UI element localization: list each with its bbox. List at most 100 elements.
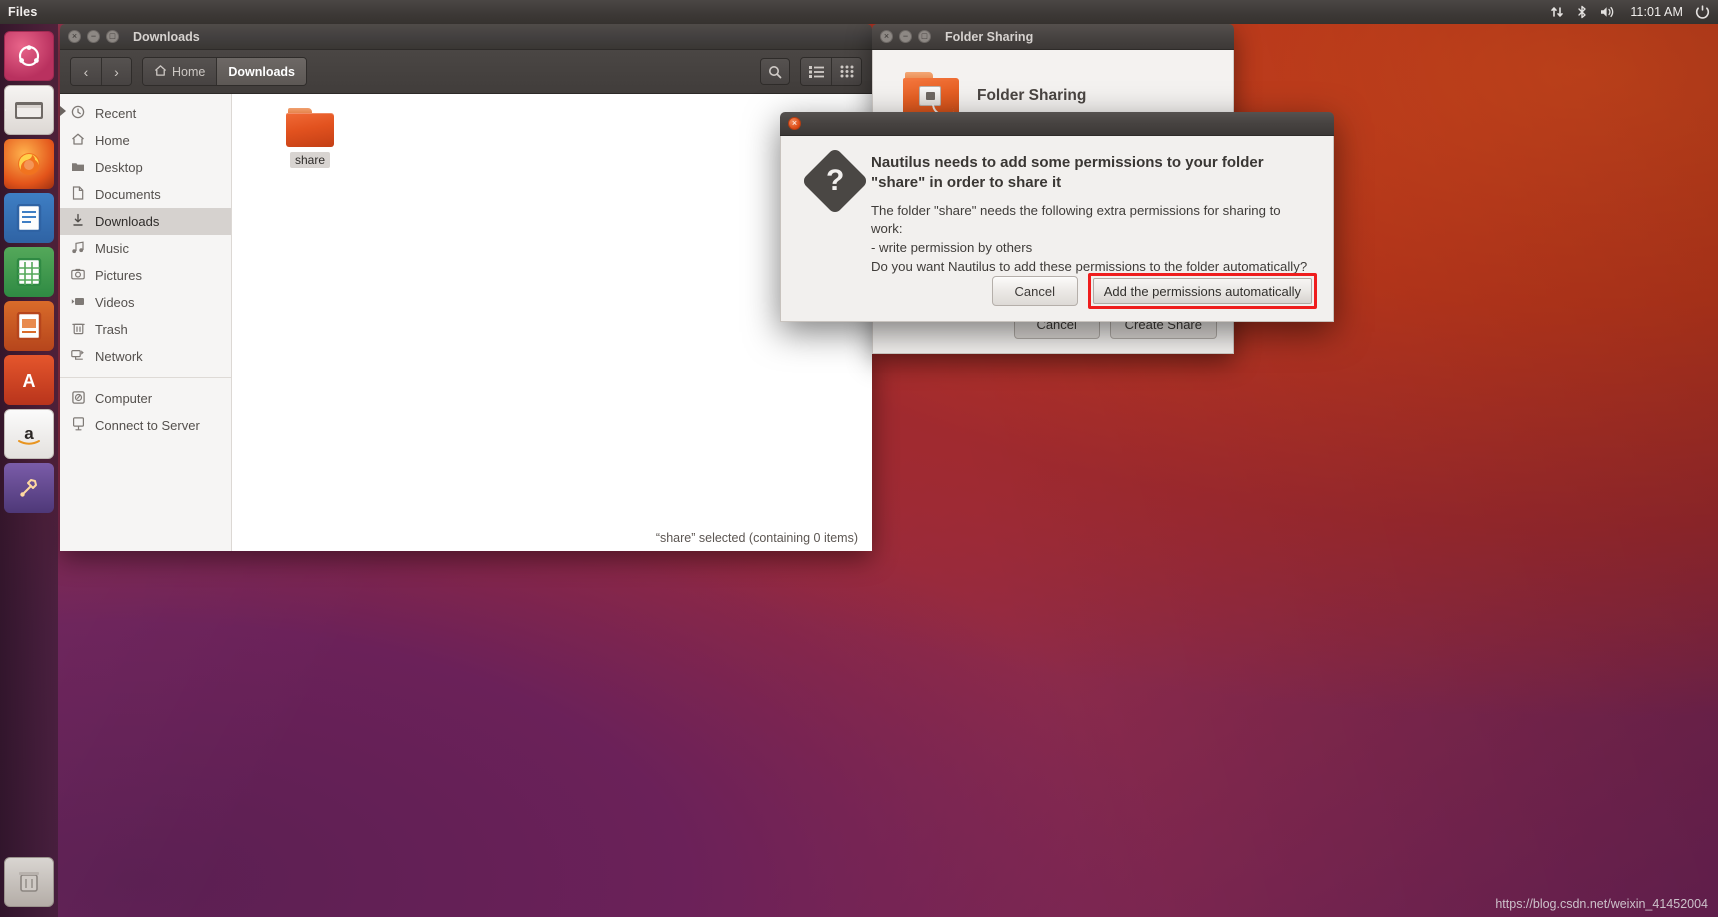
nautilus-window: × − □ Downloads ‹ › Home Downloads Recen…: [60, 24, 872, 551]
sidebar-label: Home: [95, 133, 130, 148]
launcher-item-libreoffice-writer[interactable]: [4, 193, 54, 243]
svg-text:A: A: [23, 371, 36, 391]
launcher-item-system-settings[interactable]: [4, 463, 54, 513]
clock-icon: [70, 105, 86, 122]
sidebar-item-trash[interactable]: Trash: [60, 316, 231, 343]
search-icon[interactable]: [760, 58, 790, 85]
permission-dialog-titlebar[interactable]: ×: [780, 112, 1334, 136]
network-icon[interactable]: [1550, 5, 1564, 19]
clock[interactable]: 11:01 AM: [1630, 5, 1683, 19]
minimize-icon[interactable]: −: [899, 30, 912, 43]
folder-icon: [286, 108, 334, 148]
sidebar-item-desktop[interactable]: Desktop: [60, 154, 231, 181]
svg-text:a: a: [24, 424, 34, 443]
camera-icon: [70, 268, 86, 283]
unity-launcher: A a: [0, 24, 58, 917]
close-icon[interactable]: ×: [68, 30, 81, 43]
breadcrumb-label: Home: [172, 64, 206, 79]
sidebar-item-videos[interactable]: Videos: [60, 289, 231, 316]
folder-icon: [70, 160, 86, 176]
system-tray: 11:01 AM: [1550, 4, 1718, 20]
panel-app-name[interactable]: Files: [8, 5, 38, 19]
cancel-button[interactable]: Cancel: [991, 276, 1078, 306]
folder-sharing-heading: Folder Sharing: [977, 87, 1087, 104]
volume-icon[interactable]: [1600, 5, 1618, 19]
sidebar-label: Documents: [95, 187, 161, 202]
sidebar-item-pictures[interactable]: Pictures: [60, 262, 231, 289]
file-item-share[interactable]: share: [274, 108, 346, 168]
navigation-buttons: ‹ ›: [70, 57, 132, 86]
question-icon: ?: [801, 147, 869, 215]
dialog-heading: Nautilus needs to add some permissions t…: [871, 154, 1264, 191]
video-icon: [70, 295, 86, 310]
nautilus-sidebar: Recent Home Desktop Documents Downloads …: [60, 94, 232, 551]
nautilus-titlebar[interactable]: × − □ Downloads: [60, 24, 872, 50]
sidebar-label: Trash: [95, 322, 128, 337]
launcher-item-trash[interactable]: [4, 857, 54, 907]
launcher-item-ubuntu-software[interactable]: A: [4, 355, 54, 405]
sidebar-item-connect-to-server[interactable]: Connect to Server: [60, 412, 231, 439]
back-button[interactable]: ‹: [71, 58, 101, 85]
breadcrumb: Home Downloads: [142, 57, 308, 86]
maximize-icon[interactable]: □: [106, 30, 119, 43]
view-mode-group: [800, 57, 862, 86]
highlight-box: Add the permissions automatically: [1087, 273, 1317, 309]
sidebar-item-network[interactable]: Network: [60, 343, 231, 370]
launcher-item-firefox[interactable]: [4, 139, 54, 189]
close-icon[interactable]: ×: [880, 30, 893, 43]
file-label: share: [289, 152, 331, 168]
sidebar-item-computer[interactable]: Computer: [60, 385, 231, 412]
grid-view-icon[interactable]: [831, 58, 861, 85]
network-icon: [70, 349, 86, 365]
trash-icon: [70, 321, 86, 338]
sidebar-label: Downloads: [95, 214, 160, 229]
disk-icon: [70, 390, 86, 407]
nautilus-body: Recent Home Desktop Documents Downloads …: [60, 94, 872, 551]
forward-button[interactable]: ›: [101, 58, 131, 85]
permission-dialog-body: ? Nautilus needs to add some permissions…: [780, 136, 1334, 322]
sidebar-label: Music: [95, 241, 129, 256]
server-icon: [70, 417, 86, 434]
folder-sharing-titlebar[interactable]: × − □ Folder Sharing: [872, 24, 1234, 50]
top-panel: Files 11:01 AM: [0, 0, 1718, 24]
breadcrumb-item-downloads[interactable]: Downloads: [216, 58, 307, 85]
sidebar-item-recent[interactable]: Recent: [60, 100, 231, 127]
home-icon: [154, 64, 167, 80]
permission-dialog-buttons: Cancel Add the permissions automatically: [991, 273, 1317, 309]
close-icon[interactable]: ×: [788, 117, 801, 130]
dialog-body-text: The folder "share" needs the following e…: [871, 202, 1308, 274]
sidebar-item-home[interactable]: Home: [60, 127, 231, 154]
minimize-icon[interactable]: −: [87, 30, 100, 43]
list-view-icon[interactable]: [801, 58, 831, 85]
launcher-item-libreoffice-impress[interactable]: [4, 301, 54, 351]
launcher-item-amazon[interactable]: a: [4, 409, 54, 459]
breadcrumb-label: Downloads: [228, 64, 296, 79]
toolbar-right: [760, 57, 862, 86]
file-grid: share: [232, 94, 872, 168]
nautilus-file-area[interactable]: share “share” selected (containing 0 ite…: [232, 94, 872, 551]
breadcrumb-item-home[interactable]: Home: [143, 58, 217, 85]
music-icon: [70, 240, 86, 257]
session-gear-icon[interactable]: [1695, 4, 1710, 20]
sidebar-label: Videos: [95, 295, 135, 310]
nautilus-title: Downloads: [133, 29, 200, 44]
bluetooth-icon[interactable]: [1576, 5, 1588, 19]
launcher-item-ubuntu-dash[interactable]: [4, 31, 54, 81]
maximize-icon[interactable]: □: [918, 30, 931, 43]
nautilus-toolbar: ‹ › Home Downloads: [60, 50, 872, 94]
launcher-item-libreoffice-calc[interactable]: [4, 247, 54, 297]
home-icon: [70, 132, 86, 149]
document-icon: [70, 186, 86, 203]
sidebar-label: Network: [95, 349, 143, 364]
launcher-item-files[interactable]: [4, 85, 54, 135]
sidebar-item-documents[interactable]: Documents: [60, 181, 231, 208]
status-bar: “share” selected (containing 0 items): [232, 525, 872, 551]
sidebar-item-music[interactable]: Music: [60, 235, 231, 262]
folder-sharing-title: Folder Sharing: [945, 29, 1034, 44]
sidebar-item-downloads[interactable]: Downloads: [60, 208, 231, 235]
permission-dialog: × ? Nautilus needs to add some permissio…: [780, 112, 1334, 322]
sidebar-label: Connect to Server: [95, 418, 200, 433]
sidebar-resize-handle[interactable]: [60, 106, 66, 116]
add-permissions-button[interactable]: Add the permissions automatically: [1092, 278, 1312, 304]
sidebar-label: Computer: [95, 391, 153, 406]
